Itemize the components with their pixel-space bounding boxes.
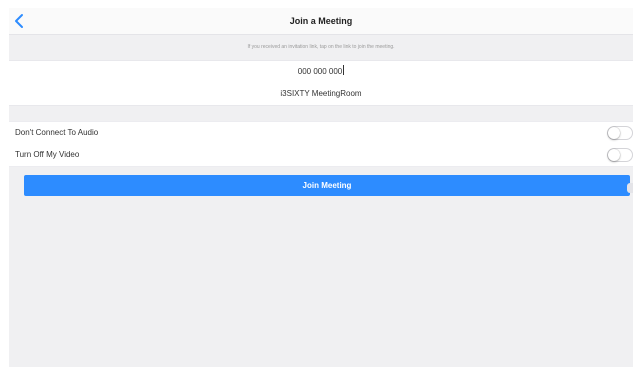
join-meeting-screen: Join a Meeting If you received an invita…: [9, 8, 633, 367]
text-cursor: [343, 65, 345, 75]
page-title: Join a Meeting: [289, 16, 353, 26]
meeting-id-input[interactable]: 000 000 000: [9, 60, 633, 84]
turn-off-video-label: Turn Off My Video: [15, 150, 80, 159]
meeting-id-value: 000 000 000: [297, 67, 343, 76]
toggle-knob: [608, 149, 620, 161]
option-row-audio: Don't Connect To Audio: [9, 121, 633, 145]
option-row-video: Turn Off My Video: [9, 144, 633, 167]
dont-connect-audio-label: Don't Connect To Audio: [15, 128, 99, 137]
toggle-knob: [608, 127, 620, 139]
invitation-hint: If you received an invitation link, tap …: [247, 44, 395, 50]
display-name-input[interactable]: i3SIXTY MeetingRoom: [9, 83, 633, 106]
navigation-bar: Join a Meeting: [9, 8, 633, 35]
drag-handle[interactable]: [627, 183, 633, 193]
join-meeting-button[interactable]: Join Meeting: [24, 175, 630, 196]
dont-connect-audio-toggle[interactable]: [607, 126, 633, 140]
turn-off-video-toggle[interactable]: [607, 148, 633, 162]
